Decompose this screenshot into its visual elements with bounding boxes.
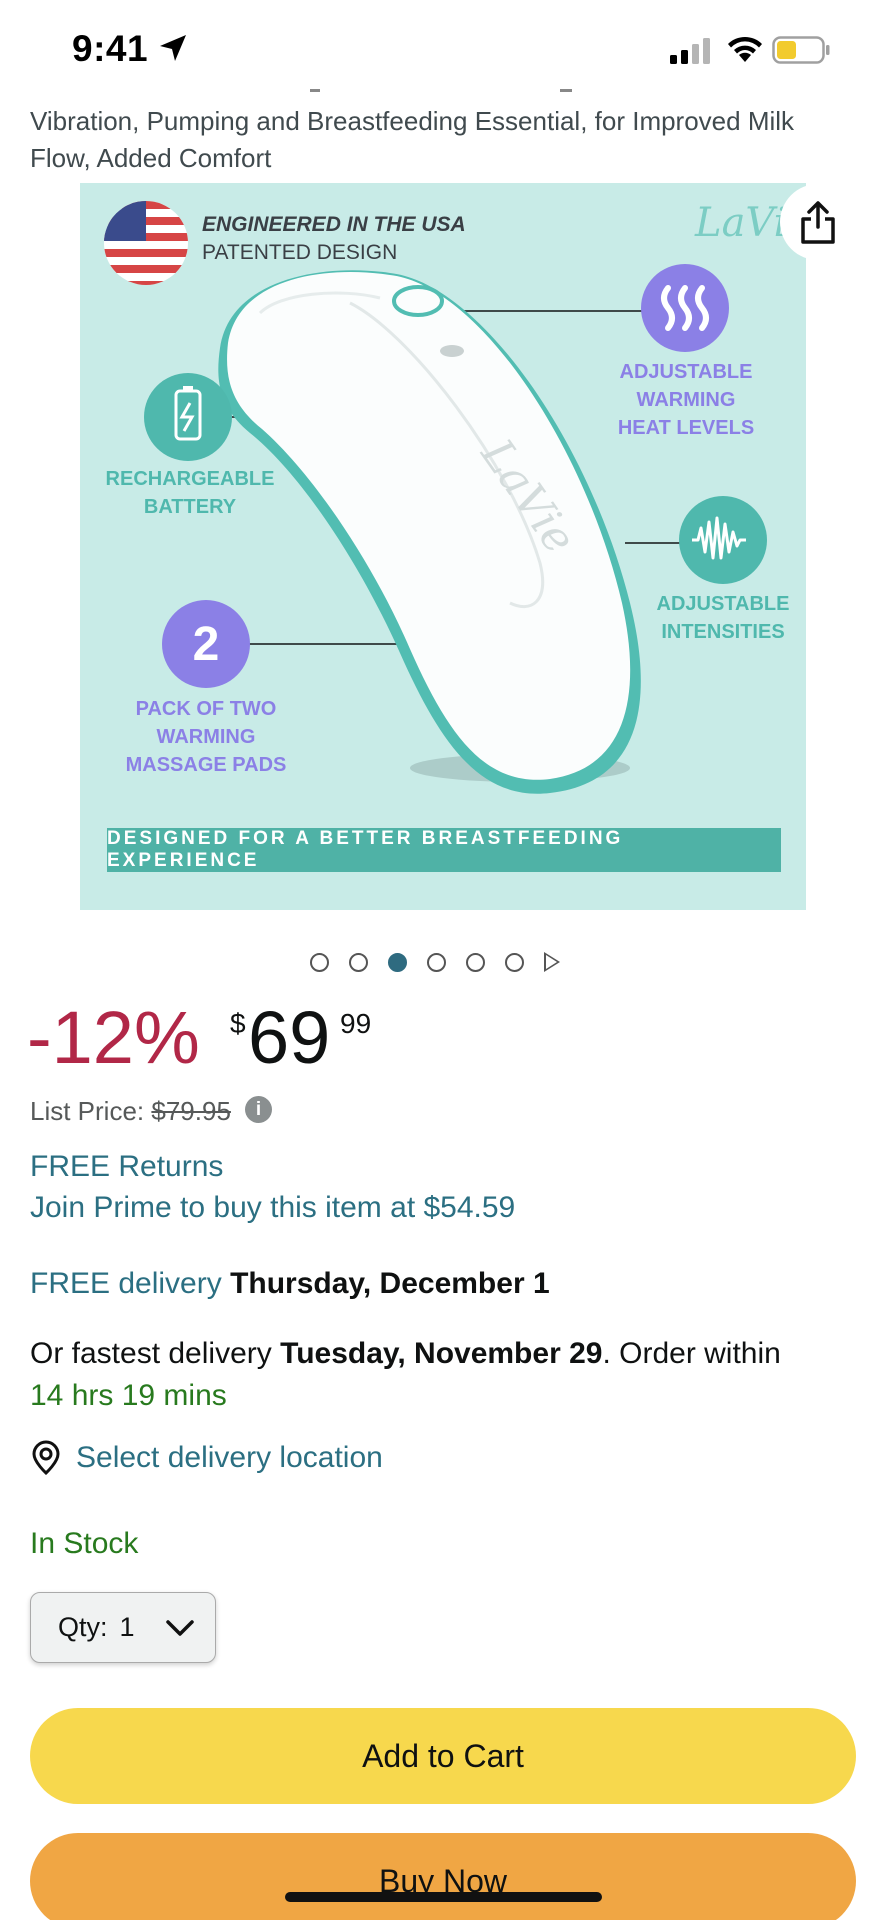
list-price-label: List Price: bbox=[30, 1096, 145, 1126]
engineered-label: ENGINEERED IN THE USA bbox=[202, 213, 466, 236]
add-to-cart-button[interactable]: Add to Cart bbox=[30, 1708, 856, 1804]
fastest-delivery-info: Or fastest delivery Tuesday, November 29… bbox=[30, 1333, 870, 1417]
feature-warming: ADJUSTABLE WARMING HEAT LEVELS bbox=[617, 361, 755, 439]
fastest-suffix: . Order within bbox=[602, 1337, 781, 1370]
product-title[interactable]: Vibration, Pumping and Breastfeeding Ess… bbox=[30, 103, 860, 177]
carousel-play-icon[interactable] bbox=[544, 952, 560, 972]
quantity-label: Qty: bbox=[58, 1612, 108, 1642]
feature-battery: RECHARGEABLE BATTERY bbox=[105, 468, 275, 518]
status-time: 9:41 bbox=[72, 28, 149, 69]
carousel-dot[interactable] bbox=[466, 952, 485, 972]
product-illustration: LaVie bbox=[104, 201, 767, 794]
delivery-date: Thursday, December 1 bbox=[230, 1267, 550, 1300]
discount-percent: -12% bbox=[27, 996, 200, 1079]
free-delivery-link[interactable]: FREE delivery bbox=[30, 1267, 222, 1300]
info-icon[interactable]: i bbox=[245, 1096, 272, 1123]
list-price-value: $79.95 bbox=[151, 1096, 231, 1126]
chevron-down-icon bbox=[165, 1619, 194, 1636]
location-pin-icon bbox=[32, 1440, 60, 1476]
carousel-dot[interactable] bbox=[310, 952, 329, 972]
delivery-info: FREE delivery Thursday, December 1 bbox=[30, 1267, 550, 1301]
order-countdown: 14 hrs 19 mins bbox=[30, 1379, 227, 1412]
location-arrow-icon bbox=[160, 35, 186, 61]
price-fraction: 99 bbox=[340, 1008, 372, 1039]
quantity-value: 1 bbox=[119, 1612, 135, 1642]
title-previous-line-fragment bbox=[30, 84, 850, 92]
quantity-dropdown[interactable]: Qty: 1 bbox=[30, 1592, 216, 1663]
delivery-location[interactable]: Select delivery location bbox=[30, 1440, 383, 1476]
share-icon bbox=[801, 201, 835, 244]
feature-intensities: ADJUSTABLE INTENSITIES bbox=[656, 593, 790, 643]
free-returns-link[interactable]: FREE Returns bbox=[30, 1150, 223, 1184]
carousel-dot-active[interactable] bbox=[388, 952, 407, 972]
buy-now-button[interactable]: Buy Now bbox=[30, 1833, 856, 1920]
wifi-icon bbox=[728, 36, 762, 62]
patented-label: PATENTED DESIGN bbox=[202, 241, 398, 264]
prime-offer-link[interactable]: Join Prime to buy this item at $54.59 bbox=[30, 1191, 515, 1225]
carousel-dot[interactable] bbox=[349, 952, 368, 972]
share-button[interactable] bbox=[780, 184, 856, 260]
carousel-dot[interactable] bbox=[505, 952, 524, 972]
image-carousel-dots[interactable] bbox=[310, 952, 560, 972]
price-currency: $ bbox=[230, 1008, 246, 1039]
feature-pack-number: 2 bbox=[192, 618, 220, 671]
product-image[interactable]: LaVie ENGINEERED IN THE USA PATENTED DES… bbox=[80, 183, 806, 910]
stock-status: In Stock bbox=[30, 1527, 139, 1560]
carousel-dot[interactable] bbox=[427, 952, 446, 972]
price-whole: 69 bbox=[248, 996, 331, 1079]
select-location-link[interactable]: Select delivery location bbox=[76, 1441, 383, 1475]
fastest-date: Tuesday, November 29 bbox=[280, 1337, 603, 1370]
home-indicator[interactable] bbox=[285, 1892, 602, 1902]
cellular-signal-icon bbox=[670, 38, 710, 64]
fastest-prefix: Or fastest delivery bbox=[30, 1337, 272, 1370]
feature-pack: PACK OF TWO WARMING MASSAGE PADS bbox=[125, 698, 287, 776]
us-flag-icon bbox=[104, 201, 188, 285]
battery-icon bbox=[772, 36, 830, 64]
image-banner: DESIGNED FOR A BETTER BREASTFEEDING EXPE… bbox=[107, 828, 781, 872]
list-price: List Price: $79.95 bbox=[30, 1096, 231, 1127]
